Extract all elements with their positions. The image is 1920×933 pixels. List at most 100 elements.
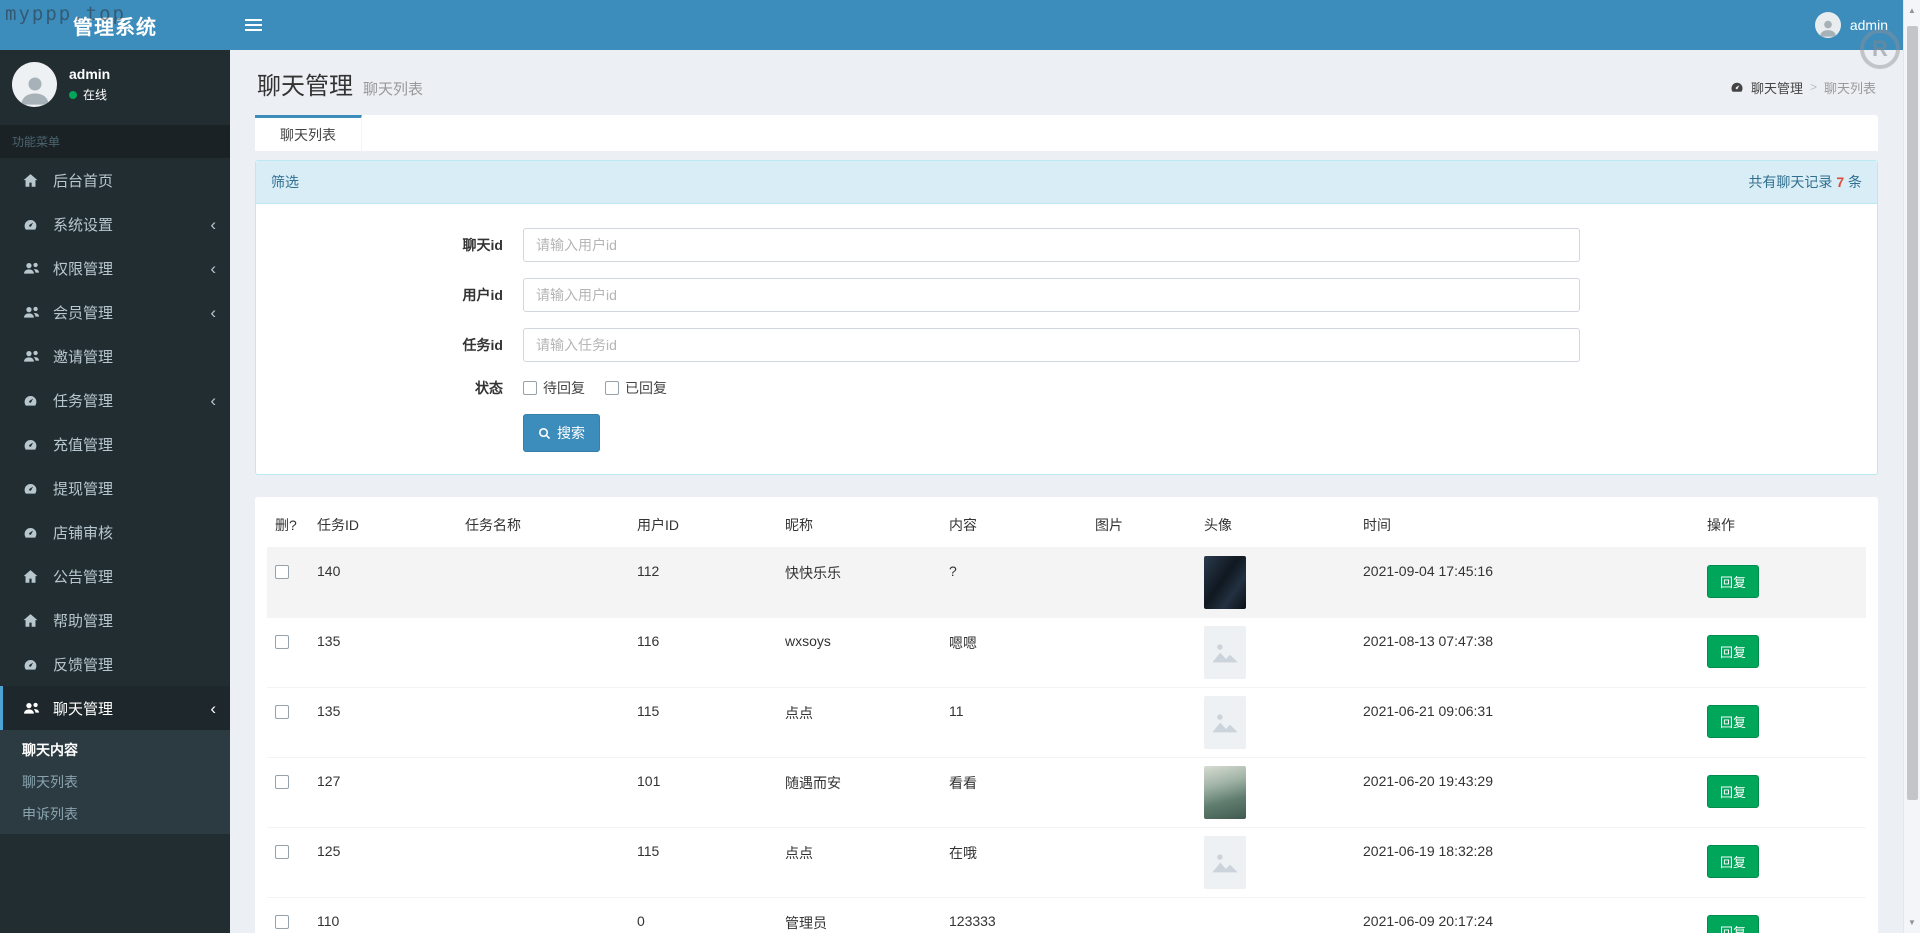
cell-image (1087, 687, 1196, 758)
sidebar-item-1[interactable]: 后台首页 (0, 158, 230, 202)
scroll-down-arrow[interactable]: ▼ (1904, 918, 1920, 927)
cell-content: 11 (941, 687, 1087, 758)
home-icon (23, 173, 45, 188)
cell-nickname: 点点 (777, 687, 941, 758)
users-icon (23, 261, 45, 275)
home-icon (23, 613, 45, 628)
row-checkbox[interactable] (275, 845, 289, 859)
breadcrumb-current: 聊天列表 (1823, 80, 1876, 96)
reply-button[interactable]: 回复 (1707, 915, 1760, 933)
table-header-row: 删? 任务ID 任务名称 用户ID 昵称 内容 图片 头像 时间 操作 (267, 503, 1866, 548)
submenu-item[interactable]: 聊天内容 (0, 734, 230, 766)
user-name: admin (69, 66, 111, 82)
cell-nickname: 管理员 (777, 897, 941, 933)
reply-button[interactable]: 回复 (1707, 635, 1760, 668)
data-table-panel: 删? 任务ID 任务名称 用户ID 昵称 内容 图片 头像 时间 操作 140 112 快快乐乐? 20… (255, 497, 1878, 933)
table-row: 127 101 随遇而安 看看 2021-06-20 19:43:29 回复 (267, 757, 1866, 828)
sidebar-item-13[interactable]: 聊天管理 ‹ (0, 686, 230, 730)
submenu-item[interactable]: 聊天列表 (0, 766, 230, 798)
record-count: 共有聊天记录 7 条 (1748, 174, 1862, 190)
chevron-left-icon: ‹ (210, 258, 216, 278)
reply-button[interactable]: 回复 (1707, 565, 1760, 598)
gauge-icon (23, 657, 45, 672)
reply-button[interactable]: 回复 (1707, 705, 1760, 738)
search-icon (538, 427, 551, 440)
sidebar-item-11[interactable]: 帮助管理 (0, 598, 230, 642)
scrollbar-thumb[interactable] (1907, 26, 1918, 800)
filter-panel: 筛选 共有聊天记录 7 条 聊天id 用户id 任务id 状态 待回复已回复 搜索 (255, 160, 1878, 475)
sidebar-item-5[interactable]: 邀请管理 (0, 334, 230, 378)
table-row: 135 116 wxsoys 嗯嗯 2021-08-13 07:47:38 回复 (267, 617, 1866, 688)
home-icon (23, 569, 45, 584)
row-checkbox[interactable] (275, 775, 289, 789)
reply-button[interactable]: 回复 (1707, 845, 1760, 878)
avatar-photo (1204, 556, 1246, 609)
submenu-item[interactable]: 申诉列表 (0, 798, 230, 830)
tab-bar: 聊天列表 (255, 115, 1878, 151)
cell-content: 嗯嗯 (941, 617, 1087, 688)
cell-content: 123333 (941, 897, 1087, 933)
users-icon (23, 349, 45, 363)
topbar-user-menu[interactable]: admin (1814, 0, 1888, 50)
hamburger-menu-button[interactable] (230, 0, 276, 50)
column-header: 内容 (941, 503, 1087, 548)
reply-button[interactable]: 回复 (1707, 775, 1760, 808)
chevron-left-icon: ‹ (210, 698, 216, 718)
breadcrumb-link[interactable]: 聊天管理 (1751, 78, 1803, 97)
sidebar-item-12[interactable]: 反馈管理 (0, 642, 230, 686)
cell-content: ? (941, 547, 1087, 618)
tab-chat-list[interactable]: 聊天列表 (255, 115, 362, 151)
user-avatar-icon (12, 62, 57, 107)
filter-input[interactable] (523, 228, 1580, 262)
column-header: 任务名称 (457, 503, 629, 548)
filter-title: 筛选 (271, 174, 299, 190)
search-button[interactable]: 搜索 (523, 414, 600, 452)
cell-task-name (457, 897, 629, 933)
table-row: 125 115 点点 在哦 2021-06-19 18:32:28 回复 (267, 827, 1866, 898)
cell-task-name (457, 757, 629, 828)
sidebar-item-6[interactable]: 任务管理 ‹ (0, 378, 230, 422)
cell-time: 2021-06-19 18:32:28 (1355, 827, 1699, 898)
cell-user-id: 101 (629, 757, 777, 828)
cell-user-id: 112 (629, 547, 777, 618)
sidebar-item-2[interactable]: 系统设置 ‹ (0, 202, 230, 246)
row-checkbox[interactable] (275, 635, 289, 649)
cell-time: 2021-08-13 07:47:38 (1355, 617, 1699, 688)
row-checkbox[interactable] (275, 705, 289, 719)
avatar-photo (1204, 766, 1246, 819)
cell-task-id: 135 (309, 687, 457, 758)
gauge-icon (23, 481, 45, 496)
checkbox[interactable] (523, 381, 537, 395)
cell-content: 看看 (941, 757, 1087, 828)
sidebar-item-9[interactable]: 店铺审核 (0, 510, 230, 554)
cell-nickname: 快快乐乐 (777, 547, 941, 618)
user-status[interactable]: 在线 (69, 86, 110, 103)
scroll-up-arrow[interactable]: ▲ (1904, 6, 1920, 15)
filter-input[interactable] (523, 328, 1580, 362)
field-label: 用户id (462, 287, 503, 303)
sidebar-item-4[interactable]: 会员管理 ‹ (0, 290, 230, 334)
row-checkbox[interactable] (275, 915, 289, 929)
column-header: 头像 (1196, 503, 1355, 548)
cell-user-id: 116 (629, 617, 777, 688)
sidebar-item-10[interactable]: 公告管理 (0, 554, 230, 598)
breadcrumb: 聊天管理 > 聊天列表 (1730, 78, 1876, 97)
cell-task-id: 127 (309, 757, 457, 828)
vertical-scrollbar[interactable]: ▲ ▼ (1903, 0, 1920, 933)
checkbox[interactable] (605, 381, 619, 395)
status-checkbox-option[interactable]: 待回复 (523, 378, 585, 398)
status-checkbox-option[interactable]: 已回复 (605, 378, 667, 398)
submenu: 聊天内容 聊天列表 申诉列表 (0, 730, 230, 834)
page-subtitle: 聊天列表 (363, 81, 424, 98)
sidebar-item-3[interactable]: 权限管理 ‹ (0, 246, 230, 290)
sidebar-item-7[interactable]: 充值管理 (0, 422, 230, 466)
cell-task-name (457, 687, 629, 758)
brand-logo[interactable]: 管理系统 (0, 0, 230, 50)
filter-input[interactable] (523, 278, 1580, 312)
cell-time: 2021-09-04 17:45:16 (1355, 547, 1699, 618)
sidebar-item-8[interactable]: 提现管理 (0, 466, 230, 510)
field-label: 聊天id (462, 237, 503, 253)
cell-task-id: 135 (309, 617, 457, 688)
chevron-left-icon: ‹ (210, 390, 216, 410)
row-checkbox[interactable] (275, 565, 289, 579)
